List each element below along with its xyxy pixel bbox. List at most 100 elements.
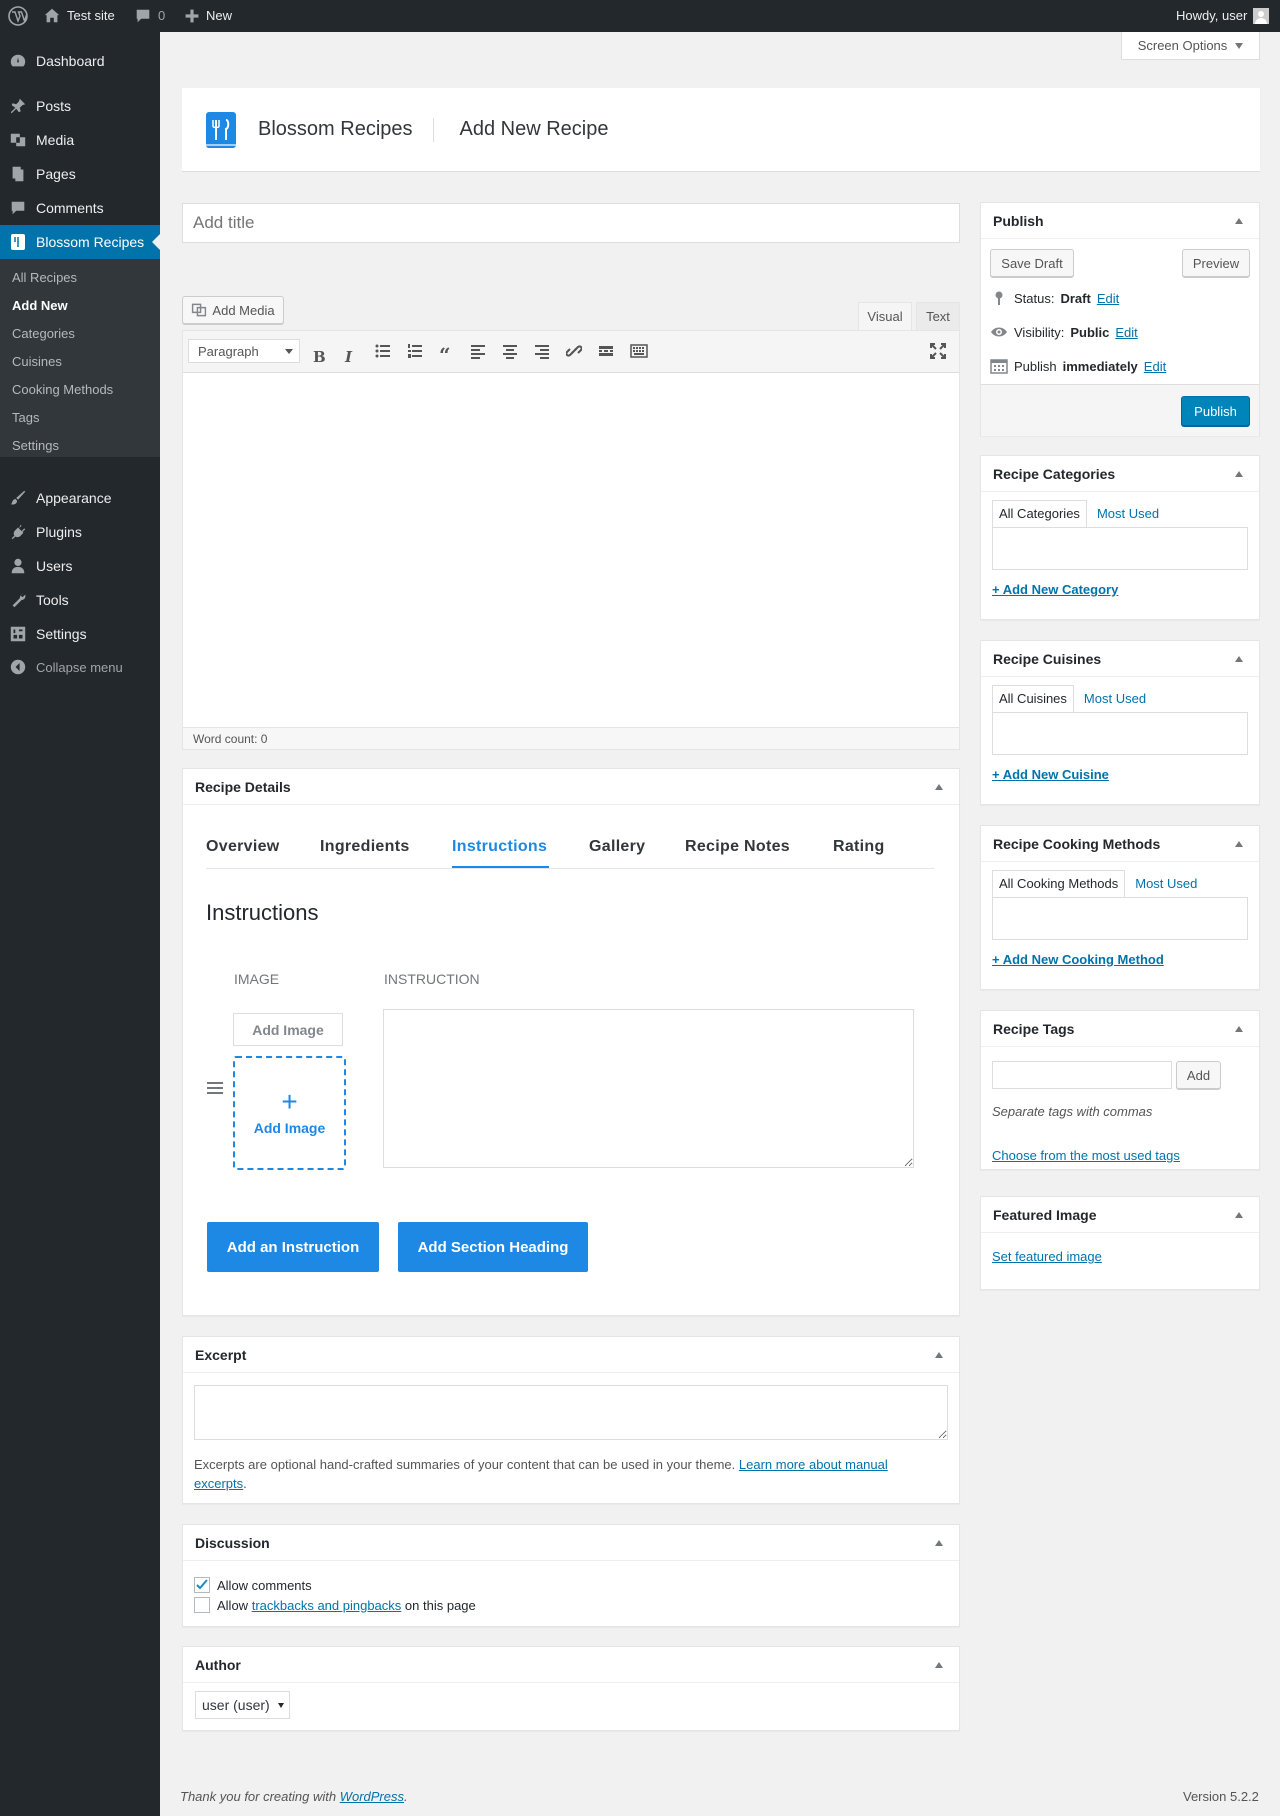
tab-all-cooking-methods[interactable]: All Cooking Methods: [992, 870, 1126, 897]
add-new-category-link[interactable]: + Add New Category: [992, 582, 1118, 597]
menu-pages[interactable]: Pages: [0, 157, 160, 191]
collapse-arrow-icon[interactable]: [1235, 1025, 1243, 1032]
allow-pings-checkbox[interactable]: [194, 1597, 210, 1613]
allow-comments-checkbox[interactable]: [194, 1577, 210, 1593]
menu-settings[interactable]: Settings: [0, 617, 160, 651]
link-icon[interactable]: [566, 343, 582, 359]
submenu-cooking-methods[interactable]: Cooking Methods: [12, 382, 113, 397]
tab-all-cuisines[interactable]: All Cuisines: [992, 685, 1074, 712]
my-account[interactable]: Howdy, user: [1176, 0, 1270, 32]
align-center-icon[interactable]: [502, 343, 518, 359]
tab-rating[interactable]: Rating: [833, 838, 885, 856]
collapse-arrow-icon[interactable]: [1235, 470, 1243, 477]
categories-header[interactable]: Recipe Categories: [981, 456, 1259, 492]
menu-appearance[interactable]: Appearance: [0, 481, 160, 515]
tab-instructions[interactable]: Instructions: [452, 838, 547, 856]
instruction-textarea[interactable]: [383, 1009, 914, 1168]
add-image-button[interactable]: Add Image: [233, 1013, 343, 1046]
collapse-arrow-icon[interactable]: [1235, 1211, 1243, 1218]
menu-blossom-recipes[interactable]: Blossom Recipes: [0, 225, 160, 259]
tab-text[interactable]: Text: [916, 302, 960, 330]
learn-more-link[interactable]: Learn more about manual: [739, 1457, 888, 1472]
menu-users[interactable]: Users: [0, 549, 160, 583]
add-tag-button[interactable]: Add: [1176, 1061, 1221, 1089]
bold-icon[interactable]: B: [313, 348, 326, 366]
recipe-details-header[interactable]: Recipe Details: [183, 769, 959, 805]
menu-dashboard[interactable]: Dashboard: [0, 44, 160, 78]
cuisines-header[interactable]: Recipe Cuisines: [981, 641, 1259, 677]
menu-media[interactable]: Media: [0, 123, 160, 157]
add-section-heading-button[interactable]: Add Section Heading: [398, 1222, 588, 1272]
submenu-settings[interactable]: Settings: [12, 438, 59, 453]
tab-most-used-categories[interactable]: Most Used: [1087, 500, 1169, 527]
tab-all-categories[interactable]: All Categories: [992, 500, 1087, 527]
publish-header[interactable]: Publish: [981, 203, 1259, 239]
submenu-categories[interactable]: Categories: [12, 326, 75, 341]
preview-button[interactable]: Preview: [1182, 249, 1250, 277]
wordpress-link[interactable]: WordPress: [340, 1789, 404, 1804]
submenu-add-new[interactable]: Add New: [12, 298, 68, 313]
toolbar-toggle-icon[interactable]: [630, 343, 648, 359]
collapse-arrow-icon[interactable]: [935, 1351, 943, 1358]
read-more-icon[interactable]: [598, 343, 614, 359]
new-content-link[interactable]: New: [184, 0, 232, 32]
site-name-link[interactable]: Test site: [43, 0, 115, 32]
blockquote-icon[interactable]: “: [439, 343, 451, 367]
format-select[interactable]: Paragraph: [188, 339, 300, 363]
bullet-list-icon[interactable]: [375, 343, 391, 359]
trackbacks-link[interactable]: trackbacks and pingbacks: [252, 1598, 402, 1613]
menu-plugins[interactable]: Plugins: [0, 515, 160, 549]
tab-most-used-methods[interactable]: Most Used: [1125, 870, 1207, 897]
collapse-arrow-icon[interactable]: [1235, 217, 1243, 224]
tab-ingredients[interactable]: Ingredients: [320, 838, 410, 856]
add-image-dropzone[interactable]: + Add Image: [233, 1056, 346, 1170]
excerpts-link[interactable]: excerpts: [194, 1476, 243, 1491]
save-draft-button[interactable]: Save Draft: [990, 249, 1074, 277]
tab-most-used-cuisines[interactable]: Most Used: [1074, 685, 1156, 712]
edit-status-link[interactable]: Edit: [1097, 291, 1119, 306]
discussion-header[interactable]: Discussion: [183, 1525, 959, 1561]
author-select[interactable]: user (user): [195, 1691, 290, 1719]
screen-options-button[interactable]: Screen Options: [1121, 32, 1260, 60]
author-header[interactable]: Author: [183, 1647, 959, 1683]
collapse-arrow-icon[interactable]: [935, 1539, 943, 1546]
tags-header[interactable]: Recipe Tags: [981, 1011, 1259, 1047]
submenu-all-recipes[interactable]: All Recipes: [12, 270, 77, 285]
wordpress-logo-icon[interactable]: [8, 0, 28, 32]
tag-input[interactable]: [992, 1061, 1172, 1089]
set-featured-image-link[interactable]: Set featured image: [992, 1249, 1102, 1264]
tab-gallery[interactable]: Gallery: [589, 838, 645, 856]
collapse-menu-button[interactable]: Collapse menu: [0, 650, 160, 684]
align-right-icon[interactable]: [534, 343, 550, 359]
edit-visibility-link[interactable]: Edit: [1115, 325, 1137, 340]
menu-posts[interactable]: Posts: [0, 89, 160, 123]
menu-comments[interactable]: Comments: [0, 191, 160, 225]
title-input[interactable]: [182, 203, 960, 243]
choose-most-used-tags-link[interactable]: Choose from the most used tags: [992, 1148, 1180, 1163]
collapse-arrow-icon[interactable]: [1235, 840, 1243, 847]
add-new-cuisine-link[interactable]: + Add New Cuisine: [992, 767, 1109, 782]
publish-button[interactable]: Publish: [1181, 396, 1250, 426]
edit-publish-date-link[interactable]: Edit: [1144, 359, 1166, 374]
cooking-methods-header[interactable]: Recipe Cooking Methods: [981, 826, 1259, 862]
add-media-button[interactable]: Add Media: [182, 296, 284, 324]
submenu-cuisines[interactable]: Cuisines: [12, 354, 62, 369]
fullscreen-icon[interactable]: [930, 343, 946, 359]
featured-image-header[interactable]: Featured Image: [981, 1197, 1259, 1233]
menu-tools[interactable]: Tools: [0, 583, 160, 617]
tab-overview[interactable]: Overview: [206, 838, 280, 856]
collapse-arrow-icon[interactable]: [1235, 655, 1243, 662]
collapse-arrow-icon[interactable]: [935, 783, 943, 790]
numbered-list-icon[interactable]: [407, 343, 423, 359]
excerpt-textarea[interactable]: [194, 1385, 948, 1440]
tab-recipe-notes[interactable]: Recipe Notes: [685, 838, 790, 856]
excerpt-header[interactable]: Excerpt: [183, 1337, 959, 1373]
add-instruction-button[interactable]: Add an Instruction: [207, 1222, 379, 1272]
tab-visual[interactable]: Visual: [858, 302, 912, 330]
align-left-icon[interactable]: [470, 343, 486, 359]
add-new-cooking-method-link[interactable]: + Add New Cooking Method: [992, 952, 1164, 967]
submenu-tags[interactable]: Tags: [12, 410, 39, 425]
editor-content-area[interactable]: [183, 373, 959, 727]
drag-handle-icon[interactable]: [207, 1082, 223, 1096]
italic-icon[interactable]: I: [345, 348, 352, 366]
